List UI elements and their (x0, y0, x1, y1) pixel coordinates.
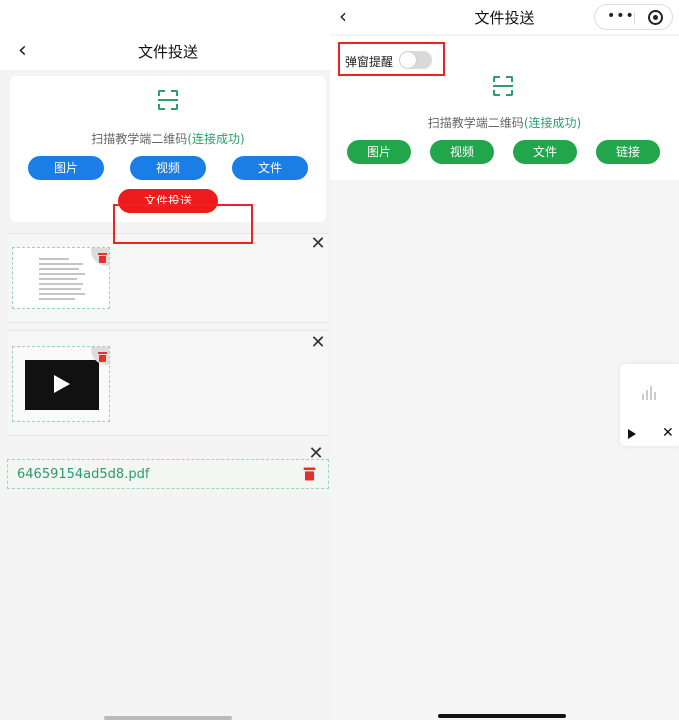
video-attachment-panel: ✕ (8, 330, 328, 436)
navigation-bar: ‹ 文件投送 ••• (330, 0, 679, 34)
file-button[interactable]: 文件 (232, 156, 308, 180)
link-button[interactable]: 链接 (596, 140, 660, 164)
right-screen: ‹ 文件投送 ••• 弹窗提醒 扫描教学端二维码(连接成功) 图片 视频 文件 … (330, 0, 679, 720)
play-icon (54, 375, 70, 393)
more-icon[interactable]: ••• (607, 8, 635, 24)
home-indicator (438, 714, 566, 718)
scan-instruction: 扫描教学端二维码 (91, 132, 188, 146)
trash-icon[interactable] (303, 467, 316, 481)
video-button[interactable]: 视频 (430, 140, 494, 164)
image-button[interactable]: 图片 (28, 156, 104, 180)
scan-instruction: 扫描教学端二维码 (427, 116, 524, 130)
close-icon[interactable]: ✕ (310, 334, 326, 352)
annotation-highlight (113, 204, 253, 244)
screenshot-stage: ‹ 文件投送 扫描教学端二维码(连接成功) 图片 视频 文件 文件投送 ✕ ✕ … (0, 0, 679, 720)
scan-status-text: 扫描教学端二维码(连接成功) (10, 130, 326, 147)
close-icon[interactable]: ✕ (662, 425, 674, 441)
left-screen: ‹ 文件投送 扫描教学端二维码(连接成功) 图片 视频 文件 文件投送 ✕ ✕ … (0, 0, 336, 720)
page-title: 文件投送 (137, 43, 198, 61)
document-preview (39, 258, 87, 302)
scan-status-text: 扫描教学端二维码(连接成功) (330, 114, 679, 131)
home-indicator (104, 716, 232, 720)
waveform-icon (642, 386, 658, 400)
floating-audio-player: ✕ (620, 364, 679, 446)
scan-icon[interactable] (158, 90, 178, 110)
file-button[interactable]: 文件 (513, 140, 577, 164)
pdf-attachment-row[interactable]: 64659154ad5d8.pdf (7, 459, 329, 489)
video-button[interactable]: 视频 (130, 156, 206, 180)
close-miniprogram-icon[interactable] (648, 10, 663, 25)
trash-icon[interactable] (98, 352, 107, 362)
connection-status: (连接成功) (523, 116, 582, 130)
pdf-filename: 64659154ad5d8.pdf (17, 467, 150, 482)
image-attachment-panel: ✕ (8, 233, 328, 323)
play-icon[interactable] (628, 429, 636, 439)
scan-icon[interactable] (493, 76, 513, 96)
image-thumbnail[interactable] (12, 247, 110, 309)
navigation-bar: ‹ 文件投送 (0, 0, 336, 70)
trash-icon[interactable] (98, 253, 107, 263)
video-thumbnail[interactable] (12, 346, 110, 422)
connection-status: (连接成功) (187, 132, 245, 146)
miniprogram-capsule: ••• (594, 4, 673, 30)
image-button[interactable]: 图片 (347, 140, 411, 164)
capsule-divider (634, 11, 635, 25)
annotation-highlight (338, 42, 445, 76)
close-icon[interactable]: ✕ (310, 235, 326, 253)
video-preview (25, 360, 99, 410)
